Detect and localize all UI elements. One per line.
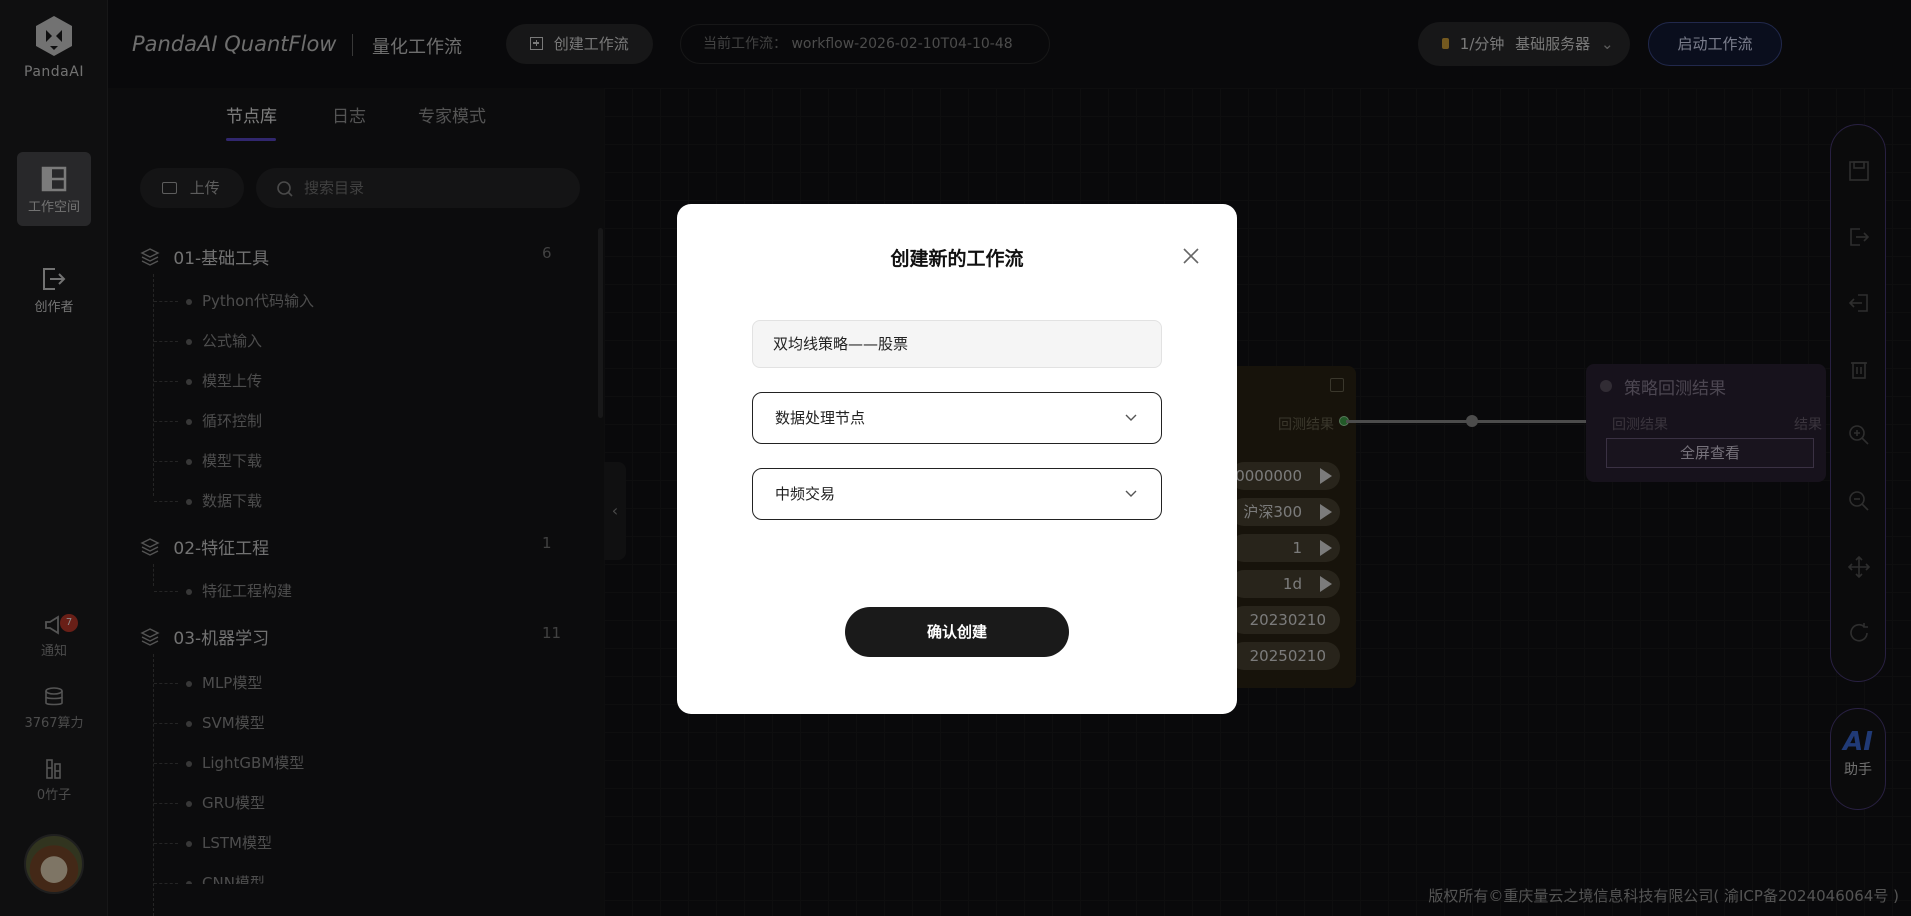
trade-type-select[interactable]: 中频交易 <box>752 468 1162 520</box>
create-workflow-dialog: 创建新的工作流 双均线策略——股票 数据处理节点 中频交易 确认创建 <box>677 204 1237 714</box>
node-type-value: 数据处理节点 <box>775 409 866 427</box>
dialog-title: 创建新的工作流 <box>890 248 1024 270</box>
close-icon[interactable] <box>1181 246 1201 266</box>
node-type-select[interactable]: 数据处理节点 <box>752 392 1162 444</box>
confirm-create-button[interactable]: 确认创建 <box>845 607 1069 657</box>
chevron-down-icon <box>1125 414 1137 421</box>
chevron-down-icon <box>1125 490 1137 497</box>
trade-type-value: 中频交易 <box>775 485 836 503</box>
workflow-name-input[interactable]: 双均线策略——股票 <box>752 320 1162 368</box>
